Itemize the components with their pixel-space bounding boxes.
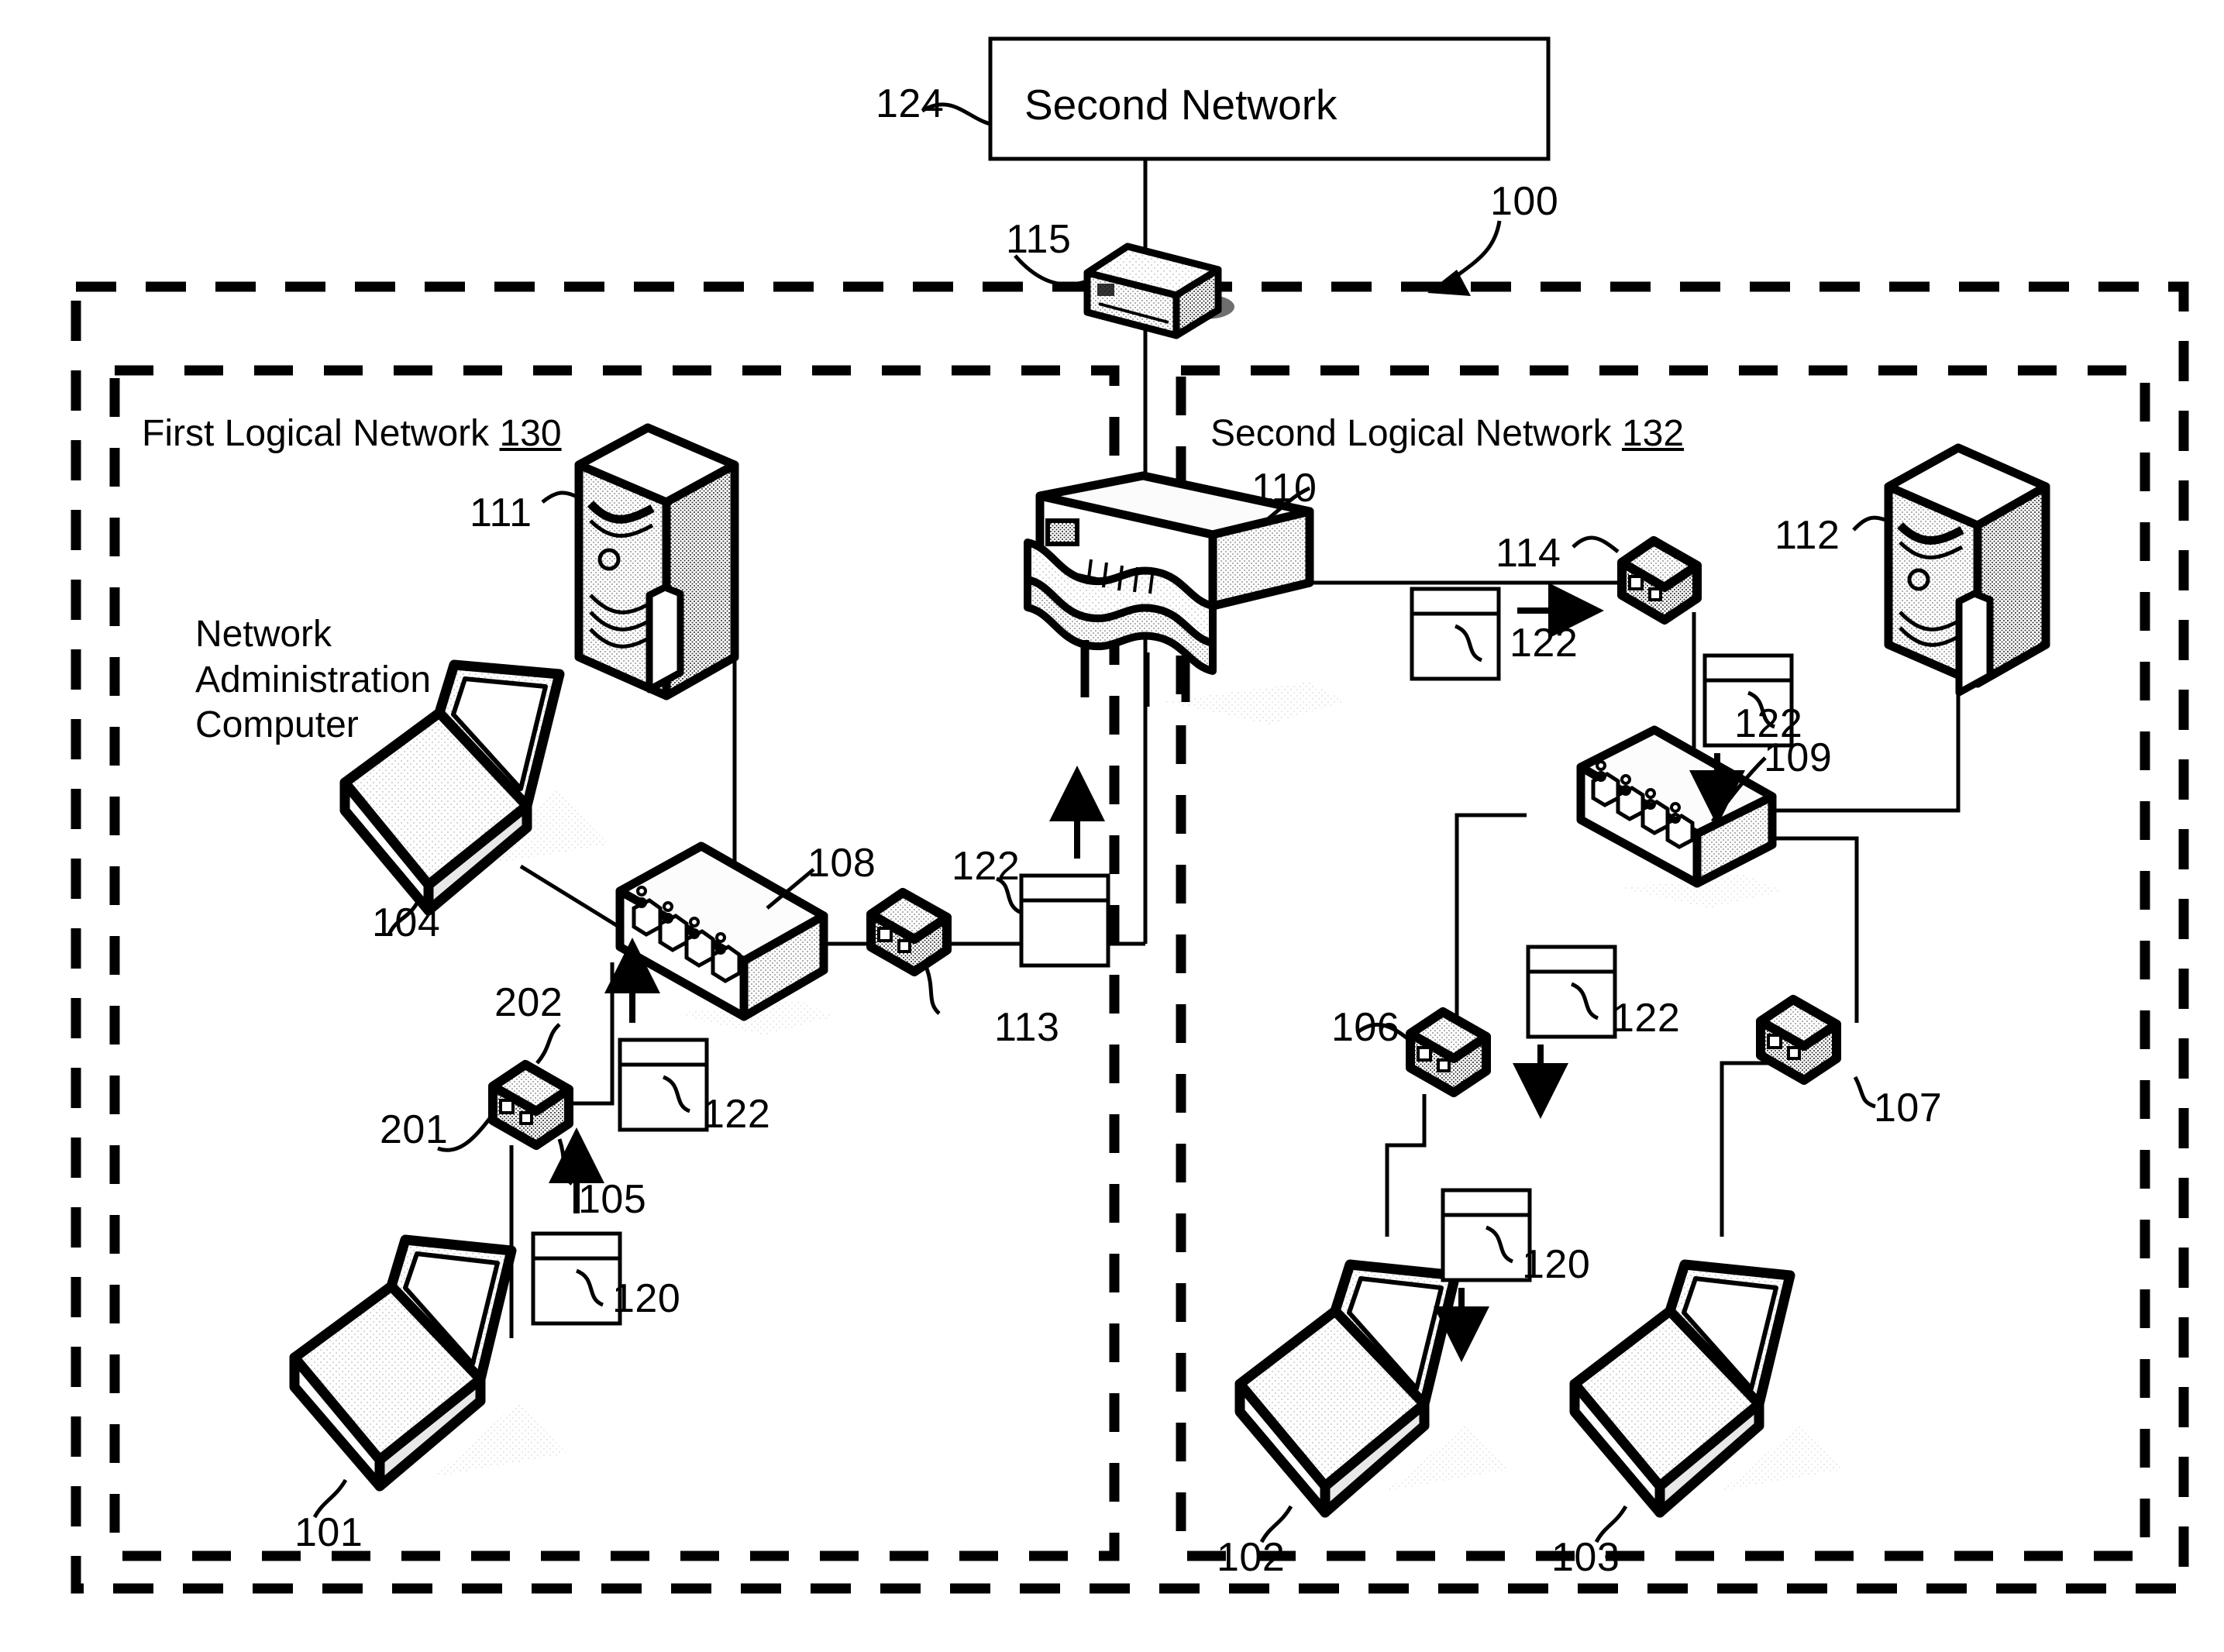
ref-103: 103: [1551, 1535, 1620, 1580]
second-logical-network-name: Second Logical Network: [1210, 413, 1612, 454]
ref-105: 105: [578, 1177, 647, 1222]
cable-109-106: [1455, 813, 1527, 1045]
leader-202: [535, 1023, 561, 1065]
ref-113: 113: [994, 1005, 1060, 1050]
laptop-103: [1569, 1259, 1846, 1544]
ref-122-a: 122: [702, 1092, 771, 1137]
ref-122-e: 122: [1612, 996, 1681, 1041]
device-114: [1572, 535, 1702, 625]
server-112: [1852, 443, 2050, 697]
ref-108: 108: [807, 841, 876, 886]
laptop-101: [289, 1234, 567, 1519]
ref-101: 101: [294, 1510, 363, 1555]
second-logical-network-title: Second Logical Network 132: [1210, 412, 1684, 455]
cable-109-107: [1772, 836, 1859, 1023]
cable-108-104: [519, 864, 625, 932]
ref-111: 111: [470, 490, 532, 535]
ref-102: 102: [1217, 1535, 1286, 1580]
device-113: [866, 888, 952, 1015]
ref-201: 201: [380, 1107, 449, 1152]
figure-canvas: [71, 36, 2189, 1594]
switch-109: [1576, 725, 1782, 908]
ref-104: 104: [372, 900, 441, 945]
ref-107: 107: [1874, 1086, 1943, 1131]
ref-122-c: 122: [1510, 621, 1578, 666]
ref-109: 109: [1764, 735, 1833, 780]
packet-120-right: [1434, 1188, 1532, 1362]
first-logical-network-ref: 130: [499, 413, 562, 454]
second-logical-network-ref: 132: [1621, 413, 1685, 454]
leader-105: [557, 1138, 573, 1186]
laptop-102: [1234, 1259, 1511, 1544]
ref-112: 112: [1775, 513, 1840, 558]
cable-106-102: [1385, 1094, 1427, 1237]
gateway-115: [1083, 243, 1234, 339]
switch-108: [615, 841, 833, 1035]
first-logical-network-name: First Logical Network: [142, 413, 490, 454]
ref-114: 114: [1496, 531, 1561, 576]
ref-124: 124: [876, 81, 945, 126]
packet-122-e: [1513, 945, 1617, 1119]
first-logical-network-title: First Logical Network 130: [142, 412, 562, 455]
server-111: [541, 423, 739, 700]
device-105: [437, 1023, 573, 1186]
patent-figure: Second Network First Logical Network 130…: [0, 0, 2224, 1652]
router-110: [1024, 471, 1344, 724]
ref-110: 110: [1251, 466, 1317, 511]
second-network-label: Second Network: [1024, 81, 1337, 129]
ref-100: 100: [1490, 179, 1559, 224]
ref-120-left: 120: [612, 1276, 681, 1321]
ref-120-right: 120: [1522, 1242, 1591, 1287]
ref-122-b: 122: [952, 844, 1021, 889]
ref-202: 202: [494, 980, 563, 1025]
network-admin-computer-caption: Network Administration Computer: [195, 614, 432, 746]
ref-115: 115: [1006, 217, 1072, 262]
cable-107-103: [1720, 1061, 1777, 1237]
ref-106: 106: [1331, 1005, 1400, 1050]
